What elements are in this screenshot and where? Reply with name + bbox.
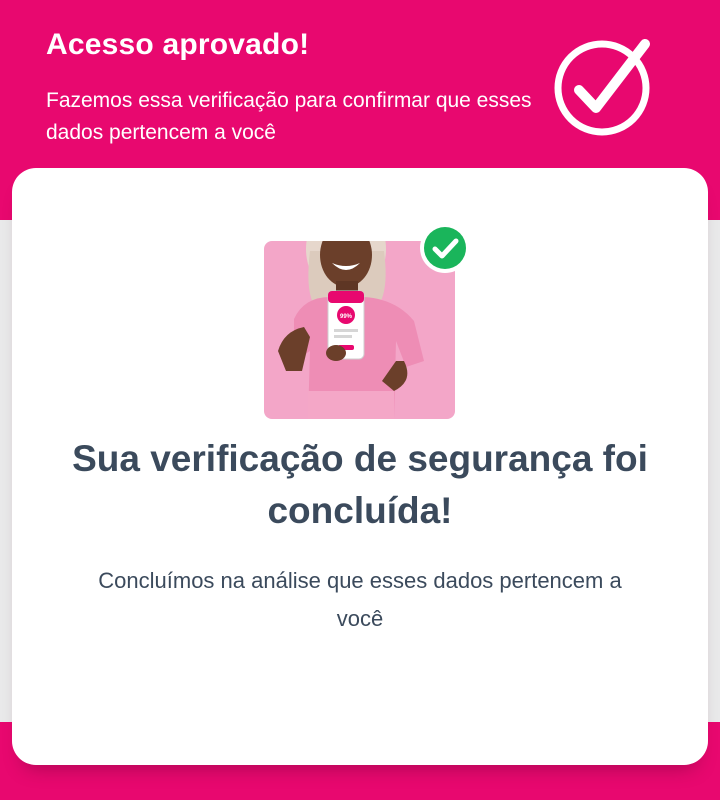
header-subtitle: Fazemos essa verificação para confirmar … — [46, 89, 532, 144]
verification-description: Concluímos na análise que esses dados pe… — [98, 568, 622, 631]
phone-badge-text: 99% — [340, 314, 353, 320]
check-badge-icon — [420, 223, 470, 273]
page-title: Acesso aprovado! — [46, 28, 310, 61]
check-circle-icon — [554, 39, 650, 136]
verification-title: Sua verificação de segurança foi concluí… — [72, 438, 648, 531]
